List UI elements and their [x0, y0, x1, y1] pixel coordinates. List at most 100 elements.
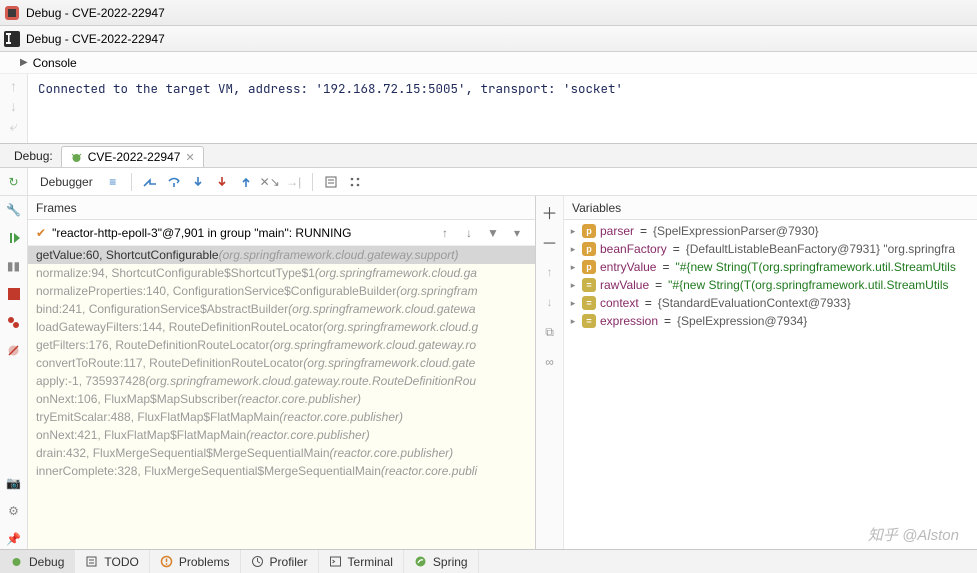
bottom-tab-spring[interactable]: Spring: [404, 550, 479, 573]
idea-icon: [4, 31, 20, 47]
bottom-tab-profiler[interactable]: Profiler: [241, 550, 319, 573]
stack-frame[interactable]: convertToRoute:117, RouteDefinitionRoute…: [28, 354, 535, 372]
step-into-icon[interactable]: [188, 172, 208, 192]
stack-frame[interactable]: tryEmitScalar:488, FluxFlatMap$FlatMapMa…: [28, 408, 535, 426]
bottom-tab-problems[interactable]: Problems: [150, 550, 241, 573]
expand-icon[interactable]: ▸: [568, 226, 578, 237]
stack-frame[interactable]: bind:241, ConfigurationService$AbstractB…: [28, 300, 535, 318]
bottom-tab-terminal[interactable]: Terminal: [319, 550, 404, 573]
stack-frame[interactable]: drain:432, FluxMergeSequential$MergeSequ…: [28, 444, 535, 462]
variable-row[interactable]: ▸pbeanFactory = {DefaultListableBeanFact…: [564, 240, 977, 258]
var-value: {SpelExpression@7934}: [677, 314, 807, 328]
bottom-tab-debug[interactable]: Debug: [0, 550, 75, 573]
down-watch-icon[interactable]: ↓: [540, 292, 560, 312]
debug-tab[interactable]: CVE-2022-22947 ✕: [61, 146, 204, 167]
rerun-icon[interactable]: ↻: [4, 172, 24, 192]
bug-icon: [10, 555, 24, 569]
stack-frame[interactable]: loadGatewayFilters:144, RouteDefinitionR…: [28, 318, 535, 336]
up-watch-icon[interactable]: ↑: [540, 262, 560, 282]
stop-icon[interactable]: [4, 284, 24, 304]
var-value: {StandardEvaluationContext@7933}: [658, 296, 851, 310]
mute-breakpoints-icon[interactable]: [4, 340, 24, 360]
app-icon: [4, 5, 20, 21]
stack-frame[interactable]: innerComplete:328, FluxMergeSequential$M…: [28, 462, 535, 480]
frames-header: Frames: [28, 196, 535, 220]
step-out-icon[interactable]: [236, 172, 256, 192]
stack-frame[interactable]: normalizeProperties:140, ConfigurationSe…: [28, 282, 535, 300]
console-body: ↑ ↓ ⤶ Connected to the target VM, addres…: [0, 74, 977, 144]
debugger-tab-button[interactable]: Debugger: [34, 172, 99, 192]
camera-icon[interactable]: 📷: [4, 473, 24, 493]
filter-icon[interactable]: ▼: [483, 223, 503, 243]
show-exec-icon[interactable]: [140, 172, 160, 192]
pin-icon[interactable]: 📌: [4, 529, 24, 549]
next-frame-icon[interactable]: ↓: [459, 223, 479, 243]
step-over-icon[interactable]: [164, 172, 184, 192]
force-step-into-icon[interactable]: [212, 172, 232, 192]
thread-selector[interactable]: ✔ "reactor-http-epoll-3"@7,901 in group …: [28, 220, 535, 246]
stack-list[interactable]: getValue:60, ShortcutConfigurable (org.s…: [28, 246, 535, 549]
expand-icon[interactable]: ▸: [568, 244, 578, 255]
stack-frame[interactable]: getFilters:176, RouteDefinitionRouteLoca…: [28, 336, 535, 354]
stack-frame[interactable]: normalize:94, ShortcutConfigurable$Short…: [28, 264, 535, 282]
var-kind-icon: =: [582, 296, 596, 310]
side-col-top: ↻: [0, 168, 28, 195]
console-output[interactable]: Connected to the target VM, address: '19…: [28, 74, 977, 143]
resume-icon[interactable]: [4, 228, 24, 248]
inner-title: Debug - CVE-2022-22947: [26, 32, 165, 46]
debug-tab-label: CVE-2022-22947: [88, 150, 181, 164]
stack-frame[interactable]: apply:-1, 735937428 (org.springframework…: [28, 372, 535, 390]
expand-icon[interactable]: ▸: [568, 262, 578, 273]
trace-icon[interactable]: [345, 172, 365, 192]
add-watch-icon[interactable]: ＋: [540, 202, 560, 222]
main-split: 🔧 ▮▮ 📷 ⚙ 📌 Frames ✔ "reactor-http-epoll-…: [0, 196, 977, 549]
bottom-tab-label: Profiler: [270, 555, 308, 569]
remove-watch-icon[interactable]: －: [540, 232, 560, 252]
window-titlebar: Debug - CVE-2022-22947: [0, 0, 977, 26]
settings2-icon[interactable]: ⚙: [4, 501, 24, 521]
stack-frame[interactable]: onNext:421, FluxFlatMap$FlatMapMain (rea…: [28, 426, 535, 444]
expand-icon[interactable]: ▸: [568, 298, 578, 309]
close-icon[interactable]: ✕: [185, 151, 194, 164]
view-breakpoints-icon[interactable]: [4, 312, 24, 332]
stack-frame[interactable]: getValue:60, ShortcutConfigurable (org.s…: [28, 246, 535, 264]
evaluate-icon[interactable]: [321, 172, 341, 192]
variables-pane: Variables ▸pparser = {SpelExpressionPars…: [564, 196, 977, 549]
check-icon: ✔: [36, 226, 46, 240]
variable-row[interactable]: ▸=rawValue = "#{new String(T(org.springf…: [564, 276, 977, 294]
var-kind-icon: p: [582, 224, 596, 238]
bottom-tab-label: TODO: [104, 555, 138, 569]
prev-frame-icon[interactable]: ↑: [435, 223, 455, 243]
console-tab-row: ▶ Console: [0, 52, 977, 74]
soft-wrap-icon[interactable]: ⤶: [6, 118, 22, 134]
profiler-icon: [251, 555, 265, 569]
scroll-down-icon[interactable]: ↓: [6, 98, 22, 114]
scroll-up-icon[interactable]: ↑: [6, 78, 22, 94]
dropdown-icon[interactable]: ▾: [507, 223, 527, 243]
var-name: parser: [600, 224, 634, 238]
variables-list[interactable]: ▸pparser = {SpelExpressionParser@7930}▸p…: [564, 220, 977, 549]
settings-icon[interactable]: 🔧: [4, 200, 24, 220]
run-to-cursor-icon[interactable]: →|: [284, 172, 304, 192]
variable-row[interactable]: ▸=expression = {SpelExpression@7934}: [564, 312, 977, 330]
var-value: "#{new String(T(org.springframework.util…: [668, 278, 948, 292]
variable-row[interactable]: ▸=context = {StandardEvaluationContext@7…: [564, 294, 977, 312]
copy-watch-icon[interactable]: ⧉: [540, 322, 560, 342]
glasses-icon[interactable]: ∞: [540, 352, 560, 372]
bug-icon: [70, 151, 83, 164]
drop-frame-icon[interactable]: ✕↘: [260, 172, 280, 192]
expand-icon[interactable]: ▶: [20, 57, 28, 68]
pause-icon[interactable]: ▮▮: [4, 256, 24, 276]
thread-name: "reactor-http-epoll-3"@7,901 in group "m…: [52, 226, 351, 240]
debug-tab-strip: Debug: CVE-2022-22947 ✕: [0, 144, 977, 168]
stack-frame[interactable]: onNext:106, FluxMap$MapSubscriber (react…: [28, 390, 535, 408]
bottom-tab-todo[interactable]: TODO: [75, 550, 149, 573]
var-kind-icon: =: [582, 314, 596, 328]
variable-row[interactable]: ▸pparser = {SpelExpressionParser@7930}: [564, 222, 977, 240]
threads-icon[interactable]: ≡: [103, 172, 123, 192]
expand-icon[interactable]: ▸: [568, 280, 578, 291]
variable-row[interactable]: ▸pentryValue = "#{new String(T(org.sprin…: [564, 258, 977, 276]
console-tab-label[interactable]: Console: [33, 56, 77, 70]
expand-icon[interactable]: ▸: [568, 316, 578, 327]
frames-pane: Frames ✔ "reactor-http-epoll-3"@7,901 in…: [28, 196, 536, 549]
